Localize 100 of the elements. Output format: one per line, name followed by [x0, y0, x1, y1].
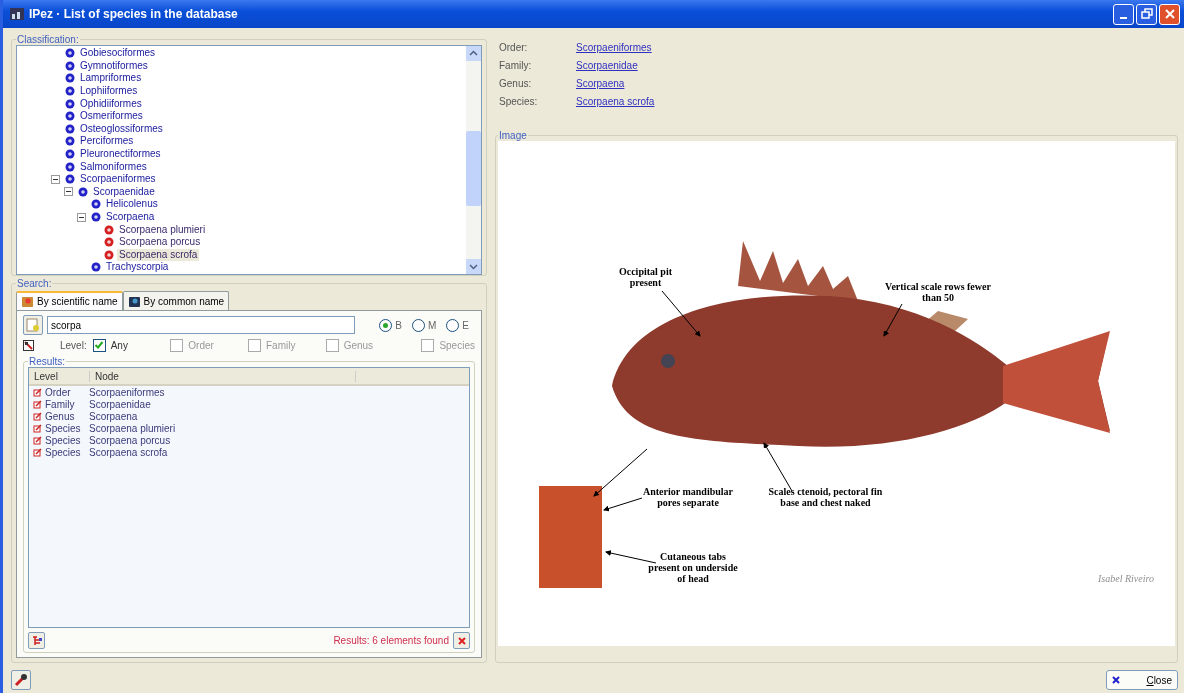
field-label: Order: — [499, 41, 529, 53]
node-icon — [65, 60, 75, 71]
annotation-text: Vertical scale rows fewer than 50 — [884, 281, 992, 303]
result-row[interactable]: Genus Scorpaena — [29, 410, 469, 422]
tab[interactable]: By common name — [122, 291, 230, 310]
node-icon — [65, 86, 75, 97]
tree-item[interactable]: Lophiiformes — [78, 85, 140, 98]
tree-icon — [30, 634, 43, 647]
window-title: IPez · List of species in the database — [29, 7, 239, 21]
close-dialog-button[interactable]: Close — [1106, 670, 1178, 690]
results-status: Results: 6 elements found — [333, 635, 449, 646]
annotation-text: Anterior mandibular pores separate — [641, 486, 735, 508]
node-icon — [104, 237, 114, 248]
column-header[interactable]: Level — [29, 370, 90, 382]
taxon-link[interactable]: Scorpaena scrofa — [576, 95, 655, 107]
scrollbar[interactable] — [466, 46, 481, 274]
node-icon — [65, 136, 75, 147]
field-label: Genus: — [499, 77, 533, 89]
node-icon — [65, 123, 75, 134]
node-icon — [65, 48, 75, 59]
collapse-icon[interactable] — [51, 174, 60, 184]
node-icon — [78, 186, 88, 197]
tree-item[interactable]: Trachyscorpia — [104, 261, 171, 274]
tree-item[interactable]: Pleuronectiformes — [78, 148, 163, 161]
radio-button[interactable]: B — [379, 318, 402, 332]
group-label: Image — [498, 130, 528, 141]
radio-button[interactable]: E — [446, 318, 469, 332]
flag-icon — [33, 411, 42, 421]
taxon-link[interactable]: Scorpaenidae — [576, 59, 638, 71]
scroll-up-icon[interactable] — [466, 46, 481, 61]
tree-item[interactable]: Scorpaenidae — [91, 185, 157, 198]
level-label: Level: — [60, 340, 87, 351]
tree-item[interactable]: Perciformes — [78, 135, 136, 148]
close-button[interactable] — [1159, 3, 1180, 25]
search-field[interactable]: scorpa — [47, 316, 355, 334]
close-icon — [1112, 676, 1120, 684]
collapse-icon[interactable] — [64, 187, 73, 197]
node-icon — [104, 224, 114, 235]
scroll-down-icon[interactable] — [466, 259, 481, 274]
node-icon — [65, 174, 75, 185]
annotation-text: Scales ctenoid, pectoral fin base and chest naked — [767, 486, 884, 508]
node-icon — [65, 161, 75, 172]
node-icon — [65, 149, 75, 160]
flag-icon — [33, 399, 42, 409]
result-row[interactable]: Species Scorpaena porcus — [29, 434, 469, 446]
search-button[interactable] — [23, 315, 43, 335]
annotation-text: Cutaneous tabs present on underside of head — [648, 551, 738, 584]
person-icon — [127, 294, 141, 308]
field-label: Family: — [499, 59, 533, 71]
app-icon — [9, 6, 25, 22]
leader-line — [883, 303, 903, 337]
collapse-icon[interactable] — [77, 212, 86, 222]
tool-button[interactable] — [11, 670, 31, 690]
close-icon — [1163, 8, 1176, 20]
node-icon — [91, 212, 101, 222]
checkbox[interactable]: Any — [92, 339, 165, 352]
result-row[interactable]: Order Scorpaeniformes — [29, 386, 469, 398]
group-label: Search: — [16, 278, 53, 289]
tree-item[interactable]: Ophidiiformes — [78, 97, 144, 110]
tab[interactable]: By scientific name — [16, 291, 123, 310]
leader-line — [661, 290, 701, 337]
minimize-icon — [1120, 16, 1127, 19]
tree-item[interactable]: Gymnotiformes — [78, 59, 150, 72]
node-icon — [104, 249, 114, 260]
result-row[interactable]: Species Scorpaena scrofa — [29, 446, 469, 458]
column-header[interactable]: Node — [90, 370, 356, 382]
flag-icon — [33, 387, 42, 397]
result-row[interactable]: Family Scorpaenidae — [29, 398, 469, 410]
restore-button[interactable] — [1136, 3, 1157, 25]
annotation-text: Occipital pit present — [617, 266, 674, 288]
tree-item[interactable]: Osmeriformes — [78, 110, 145, 123]
tree-item[interactable]: Scorpaena porcus — [117, 236, 203, 249]
clear-button[interactable] — [453, 632, 470, 649]
field-label: Species: — [499, 95, 539, 107]
tree-item[interactable]: Helicolenus — [104, 198, 160, 211]
flag-icon — [33, 423, 42, 433]
tree-item[interactable]: Salmoniformes — [78, 160, 149, 173]
tree-item[interactable]: Gobiesociformes — [78, 47, 158, 60]
node-icon — [65, 73, 75, 84]
tree-item[interactable]: Scorpaeniformes — [78, 173, 158, 186]
tree-item[interactable]: Scorpaena — [104, 211, 157, 223]
taxon-link[interactable]: Scorpaena — [576, 77, 625, 89]
flag-icon — [33, 447, 42, 457]
taxon-link[interactable]: Scorpaeniformes — [576, 41, 652, 53]
tree-item[interactable]: Lampriformes — [78, 72, 144, 85]
fish-book-icon — [21, 295, 34, 308]
result-row[interactable]: Species Scorpaena plumieri — [29, 422, 469, 434]
photo-credit: Isabel Riveiro — [1098, 573, 1154, 584]
tree-view-button[interactable] — [28, 632, 45, 649]
tree-item[interactable]: Osteoglossiformes — [78, 122, 165, 135]
tree-item[interactable]: Scorpaena scrofa — [117, 248, 200, 261]
filter-icon — [23, 340, 34, 351]
tree-item[interactable]: Scorpaena plumieri — [117, 223, 208, 236]
restore-icon — [1140, 8, 1153, 20]
flag-icon — [33, 435, 42, 445]
minimize-button[interactable] — [1113, 3, 1134, 25]
node-icon — [65, 98, 75, 109]
radio-button[interactable]: M — [412, 318, 437, 332]
leader-line — [605, 550, 657, 564]
close-icon — [457, 636, 466, 645]
